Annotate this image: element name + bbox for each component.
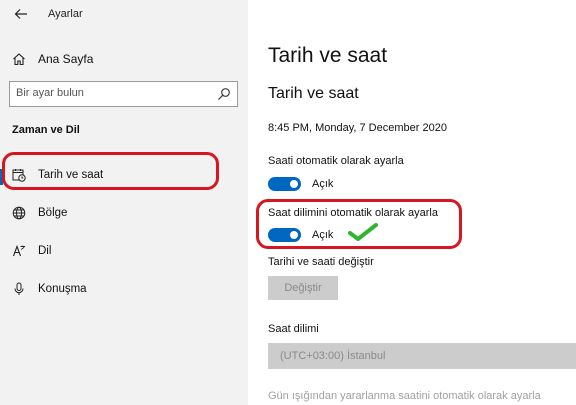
timezone-select[interactable]: (UTC+03:00) İstanbul	[268, 343, 576, 369]
section-subtitle: Tarih ve saat	[268, 85, 359, 102]
timezone-value: (UTC+03:00) İstanbul	[280, 350, 386, 362]
sidebar-item-speech[interactable]: Konuşma	[0, 275, 248, 303]
sidebar-item-label: Konuşma	[38, 283, 87, 295]
back-arrow-icon	[14, 9, 27, 19]
sidebar-item-label: Bölge	[38, 207, 68, 219]
search-icon	[218, 88, 230, 100]
main-content: Tarih ve saat Tarih ve saat 8:45 PM, Mon…	[248, 0, 576, 405]
app-title: Ayarlar	[48, 8, 83, 20]
page-title: Tarih ve saat	[268, 44, 388, 67]
auto-time-label: Saati otomatik olarak ayarla	[268, 155, 404, 167]
sidebar-item-home[interactable]: Ana Sayfa	[0, 44, 248, 72]
auto-timezone-label: Saat dilimini otomatik olarak ayarla	[268, 207, 438, 219]
sidebar-item-language[interactable]: Dil	[0, 237, 248, 265]
auto-timezone-toggle[interactable]	[268, 228, 301, 242]
sidebar-item-label: Dil	[38, 245, 52, 257]
timezone-label: Saat dilimi	[268, 323, 319, 335]
sidebar: Ayarlar Ana Sayfa Bir ayar bulun Zaman v…	[0, 0, 248, 405]
sidebar-item-label: Tarih ve saat	[38, 169, 104, 181]
checkmark-icon	[348, 223, 378, 241]
title-bar: Ayarlar	[0, 0, 248, 28]
back-button[interactable]	[10, 4, 32, 24]
toggle-knob	[290, 231, 298, 239]
toggle-knob	[290, 180, 298, 188]
change-button[interactable]: Değiştir	[268, 276, 338, 300]
auto-timezone-state: Açık	[312, 229, 334, 241]
language-icon	[12, 244, 25, 257]
auto-time-state: Açık	[312, 178, 334, 190]
auto-time-toggle[interactable]	[268, 177, 301, 191]
sidebar-item-label: Ana Sayfa	[38, 52, 94, 66]
search-placeholder: Bir ayar bulun	[16, 87, 84, 99]
selection-indicator	[0, 169, 3, 185]
globe-icon	[12, 206, 26, 220]
sidebar-item-date-time[interactable]: Tarih ve saat	[0, 161, 248, 189]
calendar-clock-icon	[12, 169, 26, 182]
microphone-icon	[14, 282, 24, 295]
search-input[interactable]: Bir ayar bulun	[9, 81, 238, 107]
change-datetime-label: Tarihi ve saati değiştir	[268, 256, 374, 268]
home-icon	[13, 53, 25, 66]
section-title: Zaman ve Dil	[12, 124, 80, 136]
sidebar-item-region[interactable]: Bölge	[0, 199, 248, 227]
dst-label: Gün ışığından yararlanma saatini otomati…	[268, 390, 541, 402]
current-datetime: 8:45 PM, Monday, 7 December 2020	[268, 122, 447, 134]
